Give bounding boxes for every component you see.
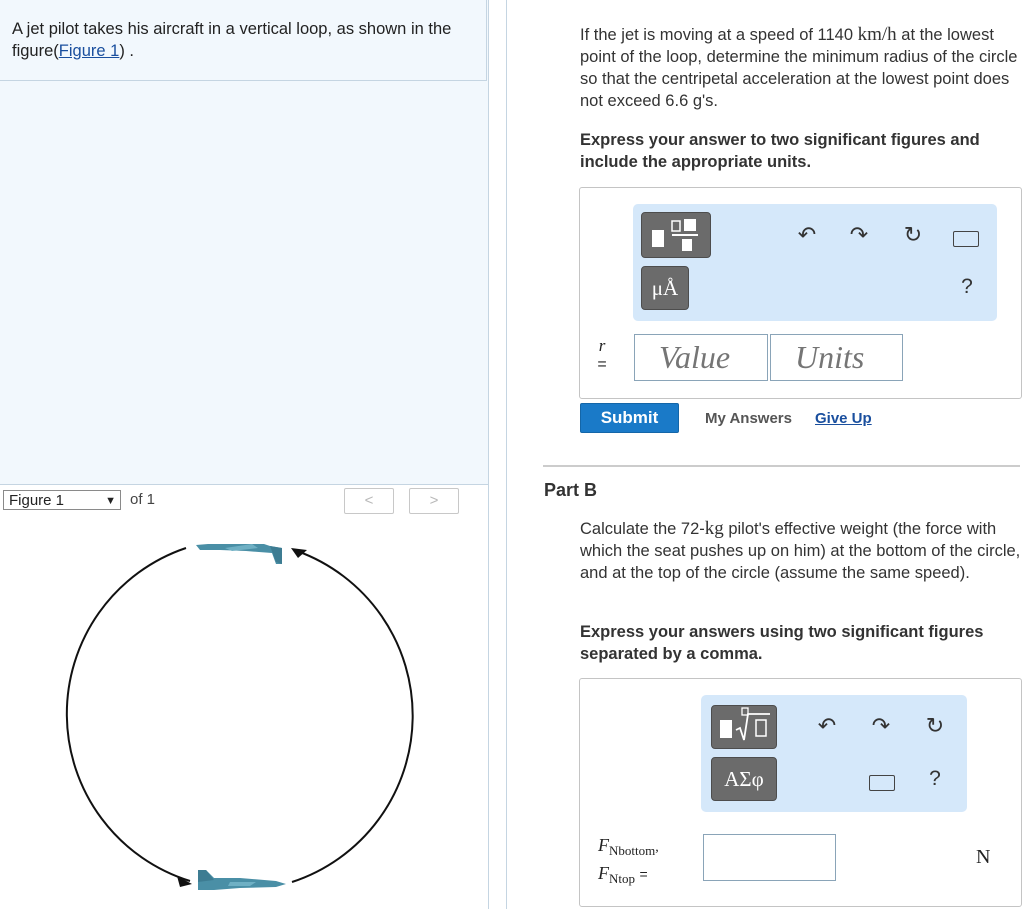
- left-panel: A jet pilot takes his aircraft in a vert…: [0, 0, 489, 909]
- problem-intro: A jet pilot takes his aircraft in a vert…: [0, 0, 487, 81]
- keyboard-icon[interactable]: [869, 775, 895, 791]
- figure-1-image: [0, 518, 488, 909]
- help-button[interactable]: ?: [921, 766, 949, 794]
- speed-units: km/h: [857, 24, 897, 45]
- reset-icon[interactable]: ↻: [921, 713, 949, 741]
- help-label: ?: [961, 275, 973, 298]
- figure-link[interactable]: Figure 1: [59, 42, 120, 60]
- redo-icon[interactable]: ↷: [845, 222, 873, 250]
- units-input[interactable]: [770, 334, 903, 381]
- chevron-right-icon: >: [429, 492, 439, 509]
- next-figure-button[interactable]: >: [409, 488, 459, 514]
- variable-f-bottom: F: [598, 835, 609, 855]
- variable-f-top: F: [598, 863, 609, 883]
- templates-button[interactable]: [641, 212, 711, 258]
- variable-r: r: [598, 336, 606, 355]
- force-answer-input[interactable]: [703, 834, 836, 881]
- part-b-answer-box: ΑΣφ ↶ ↷ ↻ ? FNbottom, FNtop = N: [579, 678, 1022, 907]
- variable-r-label: r =: [596, 336, 608, 374]
- help-button[interactable]: ?: [953, 274, 981, 302]
- submit-button[interactable]: Submit: [580, 403, 679, 433]
- part-b-question: Calculate the 72-kg pilot's effective we…: [580, 518, 1022, 584]
- comma: ,: [655, 840, 659, 855]
- greek-symbols-label: ΑΣφ: [724, 767, 764, 791]
- subscript-ntop: Ntop: [609, 871, 635, 886]
- subscript-nbottom: Nbottom: [609, 843, 656, 858]
- figure-navigation-bar: Figure 1 ▼ of 1 < >: [0, 484, 488, 519]
- help-label: ?: [929, 767, 941, 790]
- redo-icon[interactable]: ↷: [867, 713, 895, 741]
- templates-button[interactable]: [711, 705, 777, 749]
- loop-path-right: [291, 550, 414, 883]
- jet-bottom-icon: [198, 870, 286, 890]
- previous-figure-button[interactable]: <: [344, 488, 394, 514]
- give-up-link[interactable]: Give Up: [815, 410, 872, 427]
- radical-template-icon: [720, 707, 770, 741]
- undo-icon[interactable]: ↶: [793, 222, 821, 250]
- force-variables-label: FNbottom, FNtop =: [598, 834, 659, 890]
- question-text: If the jet is moving at a speed of 1140: [580, 26, 858, 44]
- greek-symbols-button[interactable]: ΑΣφ: [711, 757, 777, 801]
- reset-icon[interactable]: ↻: [899, 222, 927, 250]
- question-text: Calculate the 72-: [580, 520, 705, 538]
- dropdown-arrow-icon: ▼: [105, 495, 116, 507]
- part-b-instruction: Express your answers using two significa…: [580, 623, 984, 663]
- figure-count: of 1: [130, 491, 156, 508]
- part-b-title[interactable]: Part B: [544, 480, 597, 501]
- part-a-answer-box: μÅ ↶ ↷ ↻ ? r =: [579, 187, 1022, 399]
- my-answers-button[interactable]: My Answers: [705, 410, 792, 427]
- mass-units: kg: [704, 518, 724, 539]
- part-a-instruction: Express your answer to two significant f…: [580, 131, 980, 171]
- keyboard-icon[interactable]: [953, 231, 979, 247]
- intro-text: A jet pilot takes his aircraft in a vert…: [12, 18, 477, 62]
- vertical-loop-diagram: [65, 544, 414, 890]
- loop-path-left: [65, 547, 191, 882]
- equals-sign: =: [597, 356, 607, 373]
- fraction-template-icon: [652, 219, 698, 251]
- part-a-math-toolbar: μÅ ↶ ↷ ↻ ?: [633, 204, 997, 321]
- part-b-math-toolbar: ΑΣφ ↶ ↷ ↻ ?: [701, 695, 967, 812]
- units-label: N: [976, 846, 991, 868]
- undo-icon[interactable]: ↶: [813, 713, 841, 741]
- symbols-label: μÅ: [651, 276, 679, 300]
- value-input[interactable]: [634, 334, 768, 381]
- intro-text-end: ) .: [119, 42, 134, 60]
- column-divider: [506, 0, 507, 909]
- part-separator: [543, 465, 1020, 467]
- jet-top-icon: [196, 544, 282, 564]
- part-a-question: If the jet is moving at a speed of 1140 …: [580, 24, 1020, 112]
- figure-select-value: Figure 1: [9, 492, 65, 509]
- symbols-button[interactable]: μÅ: [641, 266, 689, 310]
- figure-select[interactable]: Figure 1 ▼: [3, 490, 121, 510]
- equals-sign: =: [639, 866, 648, 882]
- chevron-left-icon: <: [364, 492, 374, 509]
